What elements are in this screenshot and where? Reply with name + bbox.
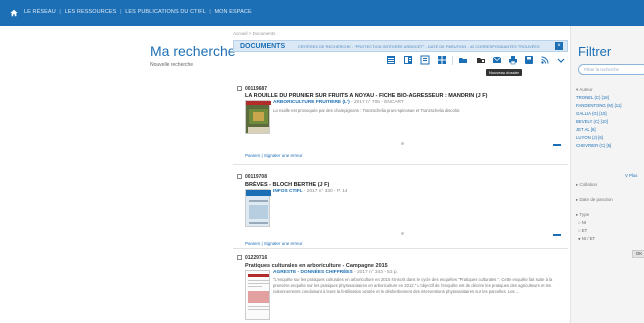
save-icon[interactable] xyxy=(524,55,534,65)
result-dot xyxy=(401,142,404,145)
result-id[interactable]: 01229716 xyxy=(245,255,267,261)
result-actions[interactable]: Paniers | Signaler une erreur xyxy=(245,241,302,246)
result-indicator xyxy=(553,144,561,146)
list-view-icon[interactable] xyxy=(386,55,396,65)
new-search-link[interactable]: Nouvelle recherche xyxy=(150,62,193,68)
facet-type-header[interactable]: ▸ Type xyxy=(576,212,589,218)
result-item: 00119687 LA ROUILLE DU PRUNIER SUR FRUIT… xyxy=(233,78,568,165)
result-item: 00119708 BRÈVES - BLOCH BERTHE (J F) INF… xyxy=(233,169,568,249)
grid-view-icon[interactable] xyxy=(437,55,447,65)
rss-icon[interactable] xyxy=(540,55,550,65)
print-icon[interactable] xyxy=(508,55,518,65)
nav-separator: | xyxy=(120,9,122,15)
chevron-down-icon[interactable] xyxy=(556,55,566,65)
result-id[interactable]: 00119687 xyxy=(245,86,267,92)
filter-title: Filtrer xyxy=(578,44,612,59)
folder-icon[interactable] xyxy=(458,55,468,65)
nav-separator: | xyxy=(209,9,211,15)
result-checkbox[interactable] xyxy=(237,86,242,91)
nav-reseau[interactable]: LE RÉSEAU xyxy=(24,9,56,15)
facet-item-author[interactable]: LUYON (J) [6] xyxy=(576,135,603,140)
result-title[interactable]: Pratiques culturales en arboriculture - … xyxy=(245,263,388,269)
facet-auteur-header[interactable]: ▾ Auteur xyxy=(576,87,593,93)
top-nav: LE RÉSEAU | LES RESSOURCES | LES PUBLICA… xyxy=(24,9,252,15)
type-radio-et[interactable]: ○ ET xyxy=(578,228,587,233)
nav-mon-espace[interactable]: MON ESPACE xyxy=(215,9,252,15)
compact-view-icon[interactable] xyxy=(420,55,430,65)
ok-button[interactable]: OK xyxy=(632,250,644,258)
toolbar-divider xyxy=(452,56,453,65)
result-item: 01229716 Pratiques culturales en arboric… xyxy=(233,252,568,322)
facet-item-author[interactable]: FANDENTONG (M) [11] xyxy=(576,103,621,108)
result-checkbox[interactable] xyxy=(237,255,242,260)
home-icon[interactable] xyxy=(10,9,18,17)
result-source: INFOS CTIFL - 2017 n° 330 - P. 14 xyxy=(273,189,348,194)
result-thumbnail[interactable] xyxy=(245,100,271,134)
documents-header: DOCUMENTS CRITÈRES DE RECHERCHE : "PROTE… xyxy=(233,40,568,52)
left-panel xyxy=(0,26,222,323)
facet-more-link[interactable]: V Plus xyxy=(625,173,637,178)
facet-date-header[interactable]: ▸ Date de parution xyxy=(576,197,613,203)
facet-collation-header[interactable]: ▸ Collation xyxy=(576,182,597,188)
detail-view-icon[interactable] xyxy=(403,55,413,65)
top-navigation-bar: LE RÉSEAU | LES RESSOURCES | LES PUBLICA… xyxy=(0,0,644,26)
result-description: La rouille est provoquée par des champig… xyxy=(273,108,461,113)
result-description: "L'enquête sur les pratiques culturales … xyxy=(273,277,553,295)
filter-search-input[interactable]: Filtrer la recherche xyxy=(578,64,644,75)
facet-item-author[interactable]: CHEVRIER (C) [5] xyxy=(576,143,611,148)
facet-item-author[interactable]: TRONEL (C) [18] xyxy=(576,95,609,100)
result-thumbnail[interactable] xyxy=(245,270,270,320)
result-source: AGRESTE - DONNÉES CHIFFRÉES - 2017 n° 34… xyxy=(273,270,398,275)
result-title[interactable]: LA ROUILLE DU PRUNIER SUR FRUITS A NOYAU… xyxy=(245,93,487,99)
result-thumbnail[interactable] xyxy=(245,189,271,227)
tooltip-new-folder: Nouveau dossier xyxy=(486,69,523,76)
result-title[interactable]: BRÈVES - BLOCH BERTHE (J F) xyxy=(245,182,329,188)
documents-title: DOCUMENTS xyxy=(240,43,286,50)
search-criteria: CRITÈRES DE RECHERCHE : "PROTECTION INTÉ… xyxy=(298,45,540,49)
email-icon[interactable] xyxy=(492,55,502,65)
result-dot xyxy=(401,232,404,235)
page-title: Ma recherche xyxy=(150,43,236,59)
nav-separator: | xyxy=(59,9,61,15)
close-button[interactable]: × xyxy=(555,42,563,50)
facet-item-author[interactable]: JET AL [6] xyxy=(576,127,596,132)
new-folder-icon[interactable] xyxy=(476,55,486,65)
result-source: ARBORICULTURE FRUITIERE (L') - 2017 n° 7… xyxy=(273,100,404,105)
type-radio-ni[interactable]: ○ NI xyxy=(578,220,586,225)
results-toolbar xyxy=(380,53,570,69)
result-actions[interactable]: Paniers | Signaler une erreur xyxy=(245,153,302,158)
result-checkbox[interactable] xyxy=(237,174,242,179)
result-indicator xyxy=(553,234,561,236)
type-radio-ni-et[interactable]: ● NI / ET xyxy=(578,236,595,241)
result-id[interactable]: 00119708 xyxy=(245,174,267,180)
facet-item-author[interactable]: BEVELY (C) [10] xyxy=(576,119,608,124)
nav-ressources[interactable]: LES RESSOURCES xyxy=(65,9,117,15)
nav-publications[interactable]: LES PUBLICATIONS DU CTIFL xyxy=(125,9,205,15)
breadcrumb[interactable]: Accueil > Documents xyxy=(233,31,275,36)
facet-item-author[interactable]: GALLIA (G) [10] xyxy=(576,111,607,116)
